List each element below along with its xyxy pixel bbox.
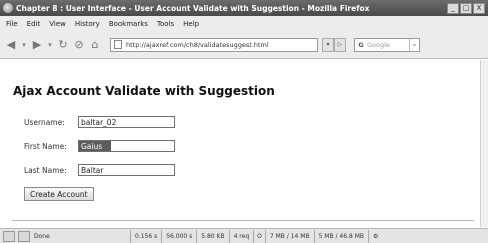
menu-bar: File Edit View History Bookmarks Tools H… (0, 16, 488, 31)
menu-bookmarks[interactable]: Bookmarks (109, 20, 148, 28)
page-content: Ajax Account Validate with Suggestion Us… (0, 60, 480, 227)
first-name-row: First Name: (24, 140, 175, 152)
vertical-scrollbar[interactable] (480, 60, 488, 227)
create-account-button[interactable]: Create Account (24, 187, 94, 201)
title-bar: Chapter 8 : User Interface - User Accoun… (0, 0, 488, 16)
status-memory-2: 5 MB / 46.8 MB (313, 229, 368, 243)
menu-tools[interactable]: Tools (157, 20, 174, 28)
status-text: Done (34, 232, 50, 240)
address-dropdown-icon[interactable]: ▾ (322, 37, 334, 52)
username-input[interactable] (78, 116, 175, 128)
reload-icon[interactable]: ↻ (56, 38, 70, 52)
back-dropdown-icon[interactable]: ▾ (20, 38, 28, 52)
navigation-toolbar: ◀ ▾ ▶ ▾ ↻ ⊘ ⌂ http://ajaxref.com/ch8/val… (0, 31, 488, 59)
search-icon[interactable]: ⌕ (409, 38, 419, 51)
url-text: http://ajaxref.com/ch8/validatesuggest.h… (126, 40, 269, 49)
status-bar: Done 0.156 s 56.000 s 5.80 KB 4 req O 7 … (0, 228, 488, 243)
menu-edit[interactable]: Edit (27, 20, 41, 28)
username-label: Username: (24, 117, 65, 127)
menu-help[interactable]: Help (183, 20, 199, 28)
address-buttons: ▾ ▷ (322, 37, 346, 52)
google-icon[interactable]: G (355, 41, 367, 49)
username-row: Username: (24, 116, 175, 128)
status-size: 5.80 KB (196, 229, 228, 243)
home-icon[interactable]: ⌂ (88, 38, 102, 52)
screen-icon[interactable] (18, 230, 30, 242)
menu-file[interactable]: File (6, 20, 18, 28)
forward-dropdown-icon[interactable]: ▾ (46, 38, 54, 52)
menu-view[interactable]: View (49, 20, 66, 28)
minimize-button[interactable]: _ (447, 2, 459, 14)
forward-icon[interactable]: ▶ (30, 38, 44, 52)
status-indicator: O (253, 229, 265, 243)
page-title: Ajax Account Validate with Suggestion (13, 84, 275, 98)
stop-icon[interactable]: ⊘ (72, 38, 86, 52)
first-name-label: First Name: (24, 141, 67, 151)
address-bar[interactable]: http://ajaxref.com/ch8/validatesuggest.h… (110, 37, 318, 52)
settings-icon[interactable]: ⚙ (368, 229, 382, 243)
window-title: Chapter 8 : User Interface - User Accoun… (16, 3, 370, 13)
window-controls: _ □ X (447, 2, 485, 14)
status-time-1: 0.156 s (130, 229, 161, 243)
status-memory-1: 7 MB / 14 MB (264, 229, 314, 243)
firefox-icon (3, 3, 13, 13)
status-time-2: 56.000 s (161, 229, 196, 243)
last-name-input[interactable] (78, 164, 175, 176)
close-button[interactable]: X (473, 2, 485, 14)
menu-history[interactable]: History (75, 20, 100, 28)
divider (12, 220, 474, 221)
last-name-label: Last Name: (24, 165, 67, 175)
search-placeholder: Google (367, 40, 390, 49)
status-icon[interactable] (3, 230, 15, 242)
page-icon (114, 40, 122, 49)
last-name-row: Last Name: (24, 164, 175, 176)
status-requests: 4 req (228, 229, 254, 243)
search-box[interactable]: G Google ⌕ (354, 37, 420, 52)
go-icon[interactable]: ▷ (334, 37, 346, 52)
first-name-input[interactable] (78, 140, 175, 152)
back-icon[interactable]: ◀ (4, 38, 18, 52)
maximize-button[interactable]: □ (460, 2, 472, 14)
